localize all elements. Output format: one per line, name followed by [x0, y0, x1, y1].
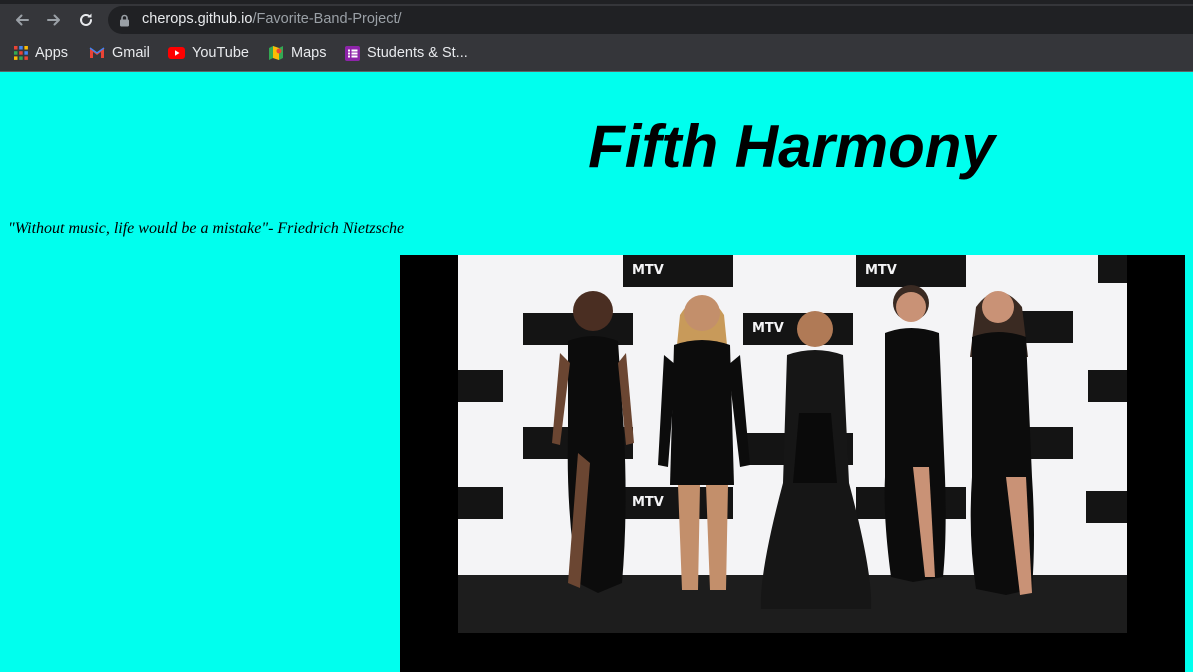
- reload-icon: [80, 13, 92, 26]
- backdrop-logo: [1088, 370, 1127, 402]
- bookmark-maps[interactable]: Maps: [268, 42, 326, 64]
- band-photo: MTV MTV MTV MTV: [400, 255, 1185, 672]
- page-title: Fifth Harmony: [588, 113, 995, 180]
- page-body: Fifth Harmony "Without music, life would…: [0, 72, 1193, 672]
- back-arrow-icon: [16, 14, 29, 26]
- bookmark-label: YouTube: [192, 45, 249, 61]
- backdrop-logo: [458, 370, 503, 402]
- bookmark-students[interactable]: Students & St...: [345, 42, 468, 64]
- bookmarks-bar: Apps Gmail YouTube Maps Students & St...: [0, 38, 1193, 68]
- list-icon: [345, 45, 360, 61]
- bookmark-label: Apps: [35, 45, 69, 61]
- browser-chrome: cherops.github.io/Favorite-Band-Project/…: [0, 0, 1193, 72]
- bookmark-label: Maps: [291, 45, 327, 61]
- bookmark-label: Students & St...: [367, 45, 468, 61]
- forward-arrow-icon: [47, 14, 60, 26]
- band-photo-image: MTV MTV MTV MTV: [458, 255, 1127, 633]
- bookmark-label: Gmail: [112, 45, 150, 61]
- backdrop-logo: [1098, 255, 1127, 283]
- address-bar[interactable]: cherops.github.io/Favorite-Band-Project/: [108, 6, 1193, 34]
- browser-toolbar: cherops.github.io/Favorite-Band-Project/: [0, 4, 1193, 36]
- bookmark-apps[interactable]: Apps: [14, 42, 68, 64]
- person-silhouette: [760, 311, 872, 609]
- quote-text: "Without music, life would be a mistake"…: [8, 220, 405, 237]
- url-text: cherops.github.io/Favorite-Band-Project/: [142, 11, 402, 27]
- reload-button[interactable]: [74, 8, 98, 32]
- apps-grid-icon: [14, 46, 28, 60]
- back-button[interactable]: [10, 8, 34, 32]
- backdrop-logo-text: MTV: [632, 263, 664, 278]
- forward-button[interactable]: [42, 8, 66, 32]
- backdrop-logo: [1086, 491, 1127, 523]
- backdrop-logo: [458, 487, 503, 519]
- url-host: cherops.github.io: [142, 11, 253, 27]
- backdrop-logo-text: MTV: [865, 263, 897, 278]
- gmail-icon: [89, 47, 105, 58]
- person-silhouette: [552, 291, 634, 593]
- maps-icon: [269, 46, 283, 60]
- person-silhouette: [658, 295, 750, 590]
- lock-icon: [120, 14, 129, 27]
- youtube-icon: [168, 47, 185, 59]
- bookmark-gmail[interactable]: Gmail: [89, 42, 150, 64]
- bookmark-youtube[interactable]: YouTube: [168, 42, 249, 64]
- person-silhouette: [970, 291, 1034, 595]
- url-path: /Favorite-Band-Project/: [252, 11, 402, 27]
